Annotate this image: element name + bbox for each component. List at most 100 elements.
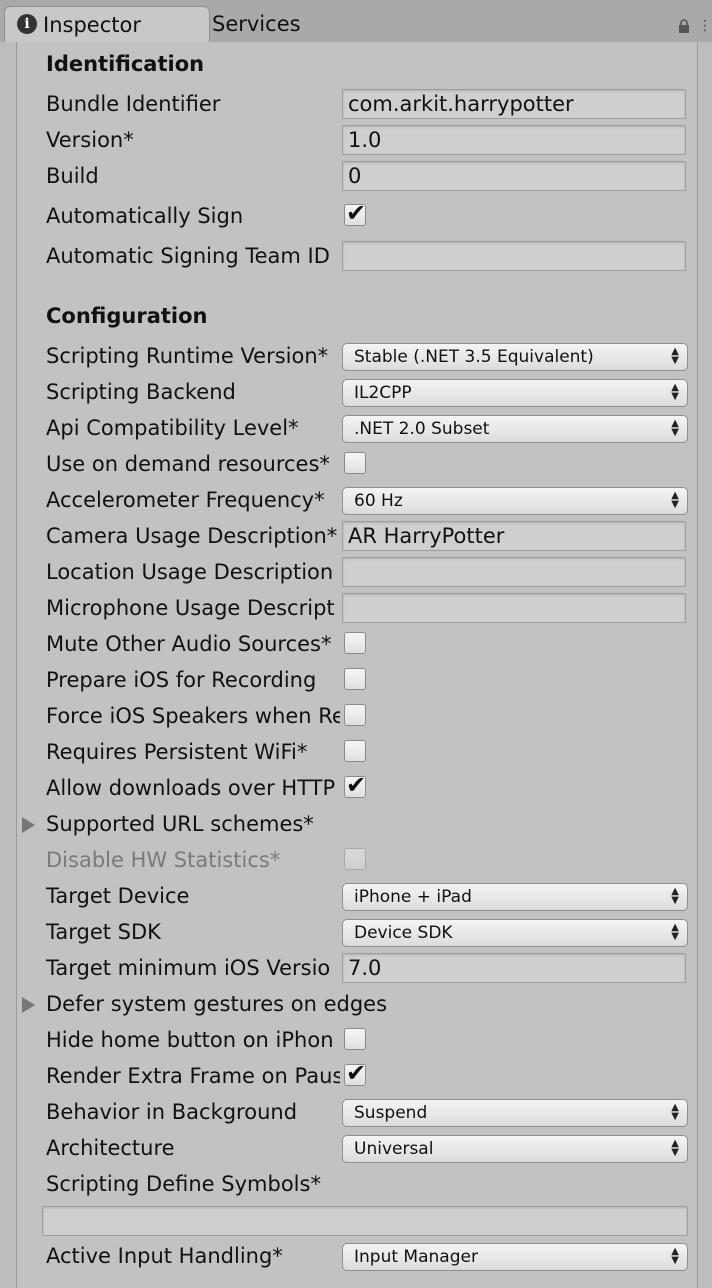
target-device-dropdown[interactable]: iPhone + iPad ▲ ▼ xyxy=(342,883,688,911)
on-demand-checkbox[interactable] xyxy=(344,452,366,474)
location-desc-field[interactable] xyxy=(342,557,686,587)
allow-http-checkbox[interactable]: ✔ xyxy=(344,771,367,799)
target-device-label: Target Device xyxy=(46,884,190,908)
lock-icon[interactable] xyxy=(676,18,692,34)
row-api-level: Api Compatibility Level* .NET 2.0 Subset… xyxy=(46,410,696,446)
define-symbols-label: Scripting Define Symbols* xyxy=(46,1172,321,1196)
build-label: Build xyxy=(46,164,99,188)
row-scripting-runtime: Scripting Runtime Version* Stable (.NET … xyxy=(46,338,696,374)
version-field[interactable]: 1.0 xyxy=(342,125,686,155)
force-speakers-label: Force iOS Speakers when Re xyxy=(46,704,340,728)
persistent-wifi-checkbox[interactable] xyxy=(344,740,366,762)
scripting-runtime-label: Scripting Runtime Version* xyxy=(46,344,329,368)
checkmark-icon: ✔ xyxy=(346,1059,367,1087)
team-id-label: Automatic Signing Team ID xyxy=(46,244,330,268)
scripting-backend-dropdown[interactable]: IL2CPP ▲ ▼ xyxy=(342,379,688,407)
row-disable-hw-stats: Disable HW Statistics* xyxy=(46,842,696,878)
updown-arrows-icon: ▲ ▼ xyxy=(671,1102,679,1122)
scripting-backend-value: IL2CPP xyxy=(354,383,412,403)
build-field[interactable]: 0 xyxy=(342,161,686,191)
min-ios-field[interactable]: 7.0 xyxy=(342,953,686,983)
target-sdk-dropdown[interactable]: Device SDK ▲ ▼ xyxy=(342,919,688,947)
hide-home-checkbox[interactable] xyxy=(344,1028,366,1050)
prepare-recording-checkbox[interactable] xyxy=(344,668,366,690)
version-label: Version* xyxy=(46,128,134,152)
mic-desc-field[interactable] xyxy=(342,593,686,623)
updown-arrows-icon: ▲ ▼ xyxy=(671,922,679,942)
tab-inspector[interactable]: i Inspector xyxy=(4,6,210,43)
mute-audio-checkbox[interactable] xyxy=(344,632,366,654)
updown-arrows-icon: ▲ ▼ xyxy=(671,1246,679,1266)
bg-behavior-dropdown[interactable]: Suspend ▲ ▼ xyxy=(342,1099,688,1127)
target-sdk-value: Device SDK xyxy=(354,923,453,943)
team-id-field[interactable] xyxy=(342,241,686,271)
row-prepare-recording: Prepare iOS for Recording xyxy=(46,662,696,698)
row-render-extra: Render Extra Frame on Paus ✔ xyxy=(46,1058,696,1094)
location-desc-label: Location Usage Description xyxy=(46,560,334,584)
api-level-dropdown[interactable]: .NET 2.0 Subset ▲ ▼ xyxy=(342,415,688,443)
input-handling-dropdown[interactable]: Input Manager ▲ ▼ xyxy=(342,1243,688,1271)
render-extra-checkbox[interactable]: ✔ xyxy=(344,1059,367,1087)
tab-inspector-label: Inspector xyxy=(43,13,141,37)
accel-freq-value: 60 Hz xyxy=(354,491,403,511)
accel-freq-label: Accelerometer Frequency* xyxy=(46,488,325,512)
row-build: Build 0 xyxy=(46,158,696,194)
disable-hw-stats-checkbox xyxy=(344,848,366,870)
context-menu-icon[interactable]: ⋮ xyxy=(698,18,712,34)
mute-audio-label: Mute Other Audio Sources* xyxy=(46,632,332,656)
info-icon: i xyxy=(17,14,37,34)
api-level-value: .NET 2.0 Subset xyxy=(354,419,490,439)
define-symbols-field[interactable] xyxy=(42,1206,688,1236)
url-schemes-label[interactable]: Supported URL schemes* xyxy=(46,806,646,842)
target-device-value: iPhone + iPad xyxy=(354,887,472,907)
architecture-dropdown[interactable]: Universal ▲ ▼ xyxy=(342,1135,688,1163)
tab-services-label: Services xyxy=(212,12,301,36)
updown-arrows-icon: ▲ ▼ xyxy=(671,886,679,906)
row-camera-desc: Camera Usage Description* AR HarryPotter xyxy=(46,518,696,554)
section-identification: Identification xyxy=(46,52,205,76)
row-target-sdk: Target SDK Device SDK ▲ ▼ xyxy=(46,914,696,950)
tab-services[interactable]: Services xyxy=(200,6,364,42)
camera-desc-label: Camera Usage Description* xyxy=(46,524,338,548)
inspector-right-gutter xyxy=(697,42,712,1288)
bundle-identifier-label: Bundle Identifier xyxy=(46,92,221,116)
foldout-arrow-icon[interactable] xyxy=(22,817,35,833)
row-force-speakers: Force iOS Speakers when Re xyxy=(46,698,696,734)
updown-arrows-icon: ▲ ▼ xyxy=(671,418,679,438)
row-scripting-backend: Scripting Backend IL2CPP ▲ ▼ xyxy=(46,374,696,410)
row-hide-home: Hide home button on iPhon xyxy=(46,1022,696,1058)
scripting-runtime-value: Stable (.NET 3.5 Equivalent) xyxy=(354,347,594,367)
row-bundle-identifier: Bundle Identifier com.arkit.harrypotter xyxy=(46,86,696,122)
updown-arrows-icon: ▲ ▼ xyxy=(671,346,679,366)
accel-freq-dropdown[interactable]: 60 Hz ▲ ▼ xyxy=(342,487,688,515)
disable-hw-stats-label: Disable HW Statistics* xyxy=(46,848,281,872)
updown-arrows-icon: ▲ ▼ xyxy=(671,382,679,402)
row-target-device: Target Device iPhone + iPad ▲ ▼ xyxy=(46,878,696,914)
scripting-runtime-dropdown[interactable]: Stable (.NET 3.5 Equivalent) ▲ ▼ xyxy=(342,343,688,371)
force-speakers-checkbox[interactable] xyxy=(344,704,366,726)
row-architecture: Architecture Universal ▲ ▼ xyxy=(46,1130,696,1166)
bg-behavior-label: Behavior in Background xyxy=(46,1100,298,1124)
render-extra-label: Render Extra Frame on Paus xyxy=(46,1064,340,1088)
foldout-arrow-icon[interactable] xyxy=(22,997,35,1013)
camera-desc-field[interactable]: AR HarryPotter xyxy=(342,521,686,551)
bundle-identifier-field[interactable]: com.arkit.harrypotter xyxy=(342,89,686,119)
row-define-symbols: Scripting Define Symbols* xyxy=(46,1166,696,1202)
checkmark-icon: ✔ xyxy=(346,771,367,799)
on-demand-label: Use on demand resources* xyxy=(46,452,330,476)
auto-sign-checkbox[interactable]: ✔ xyxy=(344,201,366,226)
row-defer-gestures[interactable]: Defer system gestures on edges xyxy=(22,986,696,1022)
api-level-label: Api Compatibility Level* xyxy=(46,416,299,440)
row-mic-desc: Microphone Usage Descript xyxy=(46,590,696,626)
allow-http-label: Allow downloads over HTTP xyxy=(46,776,336,800)
mic-desc-label: Microphone Usage Descript xyxy=(46,596,335,620)
row-persistent-wifi: Requires Persistent WiFi* xyxy=(46,734,696,770)
row-url-schemes[interactable]: Supported URL schemes* xyxy=(22,806,696,842)
row-auto-sign: Automatically Sign ✔ xyxy=(46,198,696,234)
defer-gestures-label[interactable]: Defer system gestures on edges xyxy=(46,986,646,1022)
updown-arrows-icon: ▲ ▼ xyxy=(671,1138,679,1158)
scripting-backend-label: Scripting Backend xyxy=(46,380,236,404)
section-configuration: Configuration xyxy=(46,304,208,328)
input-handling-label: Active Input Handling* xyxy=(46,1244,283,1268)
row-mute-audio: Mute Other Audio Sources* xyxy=(46,626,696,662)
